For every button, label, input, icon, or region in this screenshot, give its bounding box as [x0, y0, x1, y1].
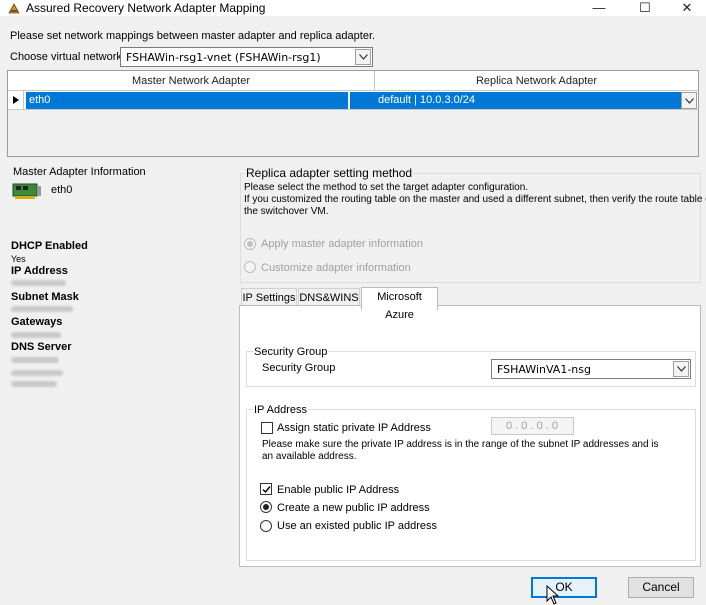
public-ip-label: Enable public IP Address — [277, 484, 400, 496]
customize-adapter-label: Customize adapter information — [261, 262, 411, 274]
close-button[interactable]: ✕ — [672, 0, 702, 16]
use-existing-public-ip-radio[interactable] — [260, 520, 272, 532]
adapter-mapping-grid[interactable]: Master Network Adapter Replica Network A… — [7, 70, 699, 157]
subnet-mask-label: Subnet Mask — [11, 291, 79, 303]
window-title: Assured Recovery Network Adapter Mapping — [26, 1, 266, 15]
static-ip-label: Assign static private IP Address — [277, 422, 431, 434]
redacted-dns-value-1 — [11, 357, 59, 363]
replica-adapter-cell[interactable]: default | 10.0.3.0/24 — [349, 92, 681, 109]
security-group-title: Security Group — [253, 346, 329, 358]
static-ip-checkbox[interactable] — [261, 422, 273, 434]
network-card-icon — [12, 182, 42, 205]
use-existing-public-ip-label: Use an existed public IP address — [277, 520, 437, 532]
dhcp-value: Yes — [11, 254, 26, 264]
ip-address-group-title: IP Address — [253, 404, 308, 416]
redacted-dns-value-2 — [11, 370, 63, 376]
replica-method-title: Replica adapter setting method — [244, 166, 415, 180]
grid-header: Master Network Adapter Replica Network A… — [8, 71, 698, 91]
static-ip-input[interactable]: 0 . 0 . 0 . 0 — [491, 417, 574, 435]
row-selector[interactable] — [8, 91, 24, 109]
cancel-button[interactable]: Cancel — [628, 577, 694, 598]
public-ip-checkbox[interactable] — [260, 483, 272, 495]
apply-master-label: Apply master adapter information — [261, 238, 424, 250]
master-adapter-value: eth0 — [29, 94, 51, 106]
virtual-network-label: Choose virtual network — [10, 51, 122, 63]
replica-method-description-2: If you customized the routing table on t… — [244, 194, 706, 205]
replica-adapter-value: default | 10.0.3.0/24 — [378, 94, 476, 106]
replica-dropdown-button[interactable] — [681, 92, 697, 109]
security-group-value: FSHAWinVA1-nsg — [497, 363, 591, 376]
redacted-subnet-value — [11, 306, 73, 312]
redacted-gateway-value — [11, 332, 61, 338]
master-adapter-name: eth0 — [51, 184, 73, 196]
static-ip-value: 0 . 0 . 0 . 0 — [506, 420, 558, 432]
ok-button[interactable]: OK — [531, 577, 597, 598]
master-adapter-cell[interactable]: eth0 — [26, 92, 348, 109]
chevron-down-icon[interactable] — [355, 49, 371, 65]
create-new-public-ip-radio[interactable] — [260, 501, 272, 513]
redacted-ip-value — [11, 280, 66, 286]
create-new-public-ip-label: Create a new public IP address — [277, 502, 430, 514]
mouse-cursor-icon — [546, 584, 560, 605]
table-row[interactable]: eth0 default | 10.0.3.0/24 — [8, 91, 698, 110]
checkmark-icon — [262, 486, 271, 494]
app-icon — [8, 2, 20, 14]
static-ip-note-2: an available address. — [262, 451, 357, 462]
minimize-button[interactable]: — — [584, 0, 614, 16]
maximize-button[interactable]: ☐ — [630, 0, 660, 16]
security-group-label: Security Group — [262, 362, 336, 374]
replica-method-description-3: the switchover VM. — [244, 206, 329, 217]
dns-server-label: DNS Server — [11, 341, 72, 353]
master-info-title: Master Adapter Information — [13, 166, 146, 178]
dhcp-label: DHCP Enabled — [11, 240, 88, 252]
column-master-adapter: Master Network Adapter — [132, 75, 250, 87]
ip-address-label: IP Address — [11, 265, 68, 277]
customize-adapter-radio[interactable] — [244, 261, 256, 273]
column-replica-adapter: Replica Network Adapter — [475, 75, 598, 87]
tab-microsoft-azure[interactable]: Microsoft Azure — [361, 287, 438, 321]
replica-method-description-1: Please select the method to set the targ… — [244, 182, 529, 193]
chevron-down-icon — [685, 98, 694, 104]
security-group-select[interactable]: FSHAWinVA1-nsg — [491, 359, 691, 379]
virtual-network-select[interactable]: FSHAWin-rsg1-vnet (FSHAWin-rsg1) — [120, 47, 373, 67]
static-ip-note-1: Please make sure the private IP address … — [262, 439, 659, 450]
virtual-network-value: FSHAWin-rsg1-vnet (FSHAWin-rsg1) — [126, 51, 321, 64]
gateways-label: Gateways — [11, 316, 63, 328]
apply-master-radio[interactable] — [244, 238, 256, 250]
chevron-down-icon[interactable] — [673, 361, 689, 377]
instructions-text: Please set network mappings between mast… — [10, 30, 376, 42]
master-info-panel — [7, 166, 232, 565]
redacted-dns-value-3 — [11, 381, 57, 387]
